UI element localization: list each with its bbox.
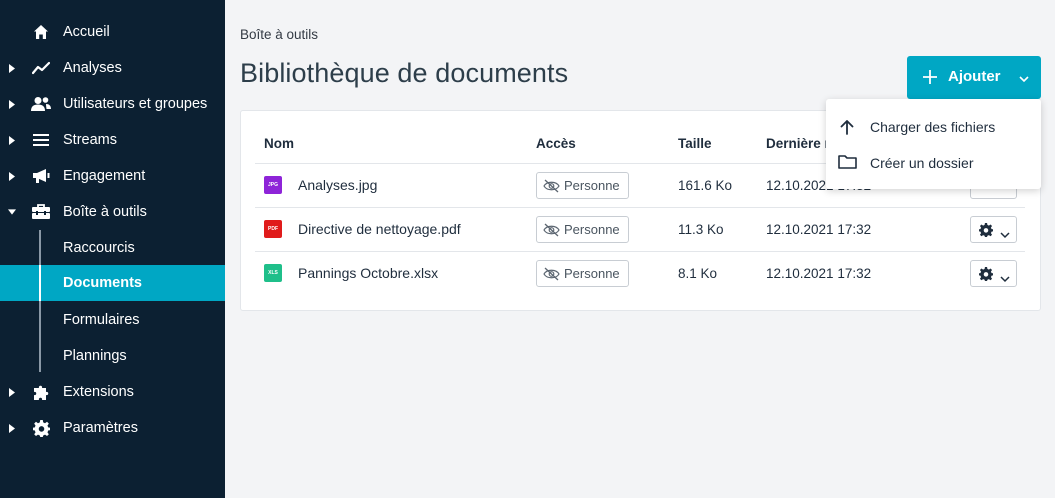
sidebar-item-extensions[interactable]: Extensions xyxy=(0,374,225,410)
eye-slash-icon xyxy=(543,223,560,237)
chart-line-icon xyxy=(31,59,51,77)
access-badge[interactable]: Personne xyxy=(536,172,629,199)
file-size: 8.1 Ko xyxy=(678,266,718,281)
chevron-down-icon xyxy=(1000,270,1010,288)
caret-right-icon xyxy=(8,386,16,398)
arrow-up-icon xyxy=(838,118,856,136)
gear-icon xyxy=(979,223,993,242)
file-date: 12.10.2021 17:32 xyxy=(766,266,872,281)
caret-right-icon xyxy=(8,98,16,110)
sidebar-item-streams[interactable]: Streams xyxy=(0,122,225,158)
access-label: Personne xyxy=(564,266,620,281)
chevron-down-icon xyxy=(1018,72,1030,84)
sidebar-item-label: Utilisateurs et groupes xyxy=(63,96,208,112)
sidebar-item-engagement[interactable]: Engagement xyxy=(0,158,225,194)
gear-icon xyxy=(979,267,993,286)
file-name[interactable]: Directive de nettoyage.pdf xyxy=(298,221,461,237)
column-header-date[interactable]: Dernière modification xyxy=(766,136,826,151)
sidebar-subitem-label: Formulaires xyxy=(63,312,140,328)
plus-icon xyxy=(921,68,939,86)
caret-right-icon xyxy=(8,170,16,182)
sidebar-subitem-documents[interactable]: Documents xyxy=(0,265,225,301)
sidebar-item-accueil[interactable]: Accueil xyxy=(0,14,225,50)
file-size: 161.6 Ko xyxy=(678,178,733,193)
add-dropdown-menu: Charger des fichiers Créer un dossier xyxy=(826,99,1041,189)
active-indicator xyxy=(39,265,41,301)
add-button-label: Ajouter xyxy=(948,68,1001,85)
column-header-size[interactable]: Taille xyxy=(678,136,712,151)
jpg-file-icon: JPG xyxy=(264,176,282,194)
access-label: Personne xyxy=(564,222,620,237)
toolbox-icon xyxy=(31,203,51,221)
menu-item-label: Créer un dossier xyxy=(870,155,974,171)
caret-right-icon xyxy=(8,422,16,434)
caret-right-icon xyxy=(8,62,16,74)
sidebar-item-label: Analyses xyxy=(63,60,122,76)
caret-down-icon xyxy=(8,206,16,218)
sidebar: Accueil Analyses Utilisateurs et groupes… xyxy=(0,0,225,498)
column-header-access[interactable]: Accès xyxy=(536,136,576,151)
row-actions-button[interactable] xyxy=(970,216,1017,243)
sidebar-subitem-label: Plannings xyxy=(63,348,127,364)
eye-slash-icon xyxy=(543,267,560,281)
access-badge[interactable]: Personne xyxy=(536,216,629,243)
puzzle-icon xyxy=(31,383,51,401)
column-header-name[interactable]: Nom xyxy=(264,136,294,151)
file-date: 12.10.2021 17:32 xyxy=(766,222,872,237)
breadcrumb[interactable]: Boîte à outils xyxy=(240,27,318,42)
eye-slash-icon xyxy=(543,179,560,193)
sidebar-item-label: Accueil xyxy=(63,24,110,40)
sidebar-item-utilisateurs[interactable]: Utilisateurs et groupes xyxy=(0,86,225,122)
menu-item-create-folder[interactable]: Créer un dossier xyxy=(826,145,1041,181)
pdf-file-icon: PDF xyxy=(264,220,282,238)
sidebar-item-analyses[interactable]: Analyses xyxy=(0,50,225,86)
sidebar-subitem-plannings[interactable]: Plannings xyxy=(0,338,225,374)
menu-item-upload-files[interactable]: Charger des fichiers xyxy=(826,109,1041,145)
menu-item-label: Charger des fichiers xyxy=(870,119,996,135)
sidebar-item-label: Engagement xyxy=(63,168,146,184)
home-icon xyxy=(31,23,51,41)
megaphone-icon xyxy=(31,167,51,185)
folder-icon xyxy=(838,154,857,172)
sidebar-item-label: Extensions xyxy=(63,384,134,400)
sidebar-item-label: Paramètres xyxy=(63,420,138,436)
sidebar-item-label: Boîte à outils xyxy=(63,204,147,220)
sidebar-item-label: Streams xyxy=(63,132,117,148)
file-size: 11.3 Ko xyxy=(678,222,724,237)
sidebar-subitem-label: Raccourcis xyxy=(63,240,135,256)
file-name[interactable]: Pannings Octobre.xlsx xyxy=(298,265,438,281)
page-title: Bibliothèque de documents xyxy=(240,58,569,88)
xls-file-icon: XLS xyxy=(264,264,282,282)
row-actions-button[interactable] xyxy=(970,260,1017,287)
access-badge[interactable]: Personne xyxy=(536,260,629,287)
sidebar-subitem-formulaires[interactable]: Formulaires xyxy=(0,302,225,338)
file-name[interactable]: Analyses.jpg xyxy=(298,177,377,193)
users-icon xyxy=(31,95,51,113)
sidebar-item-parametres[interactable]: Paramètres xyxy=(0,410,225,446)
sidebar-item-boite-a-outils[interactable]: Boîte à outils xyxy=(0,194,225,230)
sidebar-subitem-raccourcis[interactable]: Raccourcis xyxy=(0,230,225,266)
chevron-down-icon xyxy=(1000,226,1010,244)
sidebar-subitem-label: Documents xyxy=(63,275,142,291)
gear-icon xyxy=(31,419,51,437)
caret-right-icon xyxy=(8,134,16,146)
access-label: Personne xyxy=(564,178,620,193)
bars-icon xyxy=(31,131,51,149)
add-button[interactable]: Ajouter xyxy=(907,56,1041,99)
